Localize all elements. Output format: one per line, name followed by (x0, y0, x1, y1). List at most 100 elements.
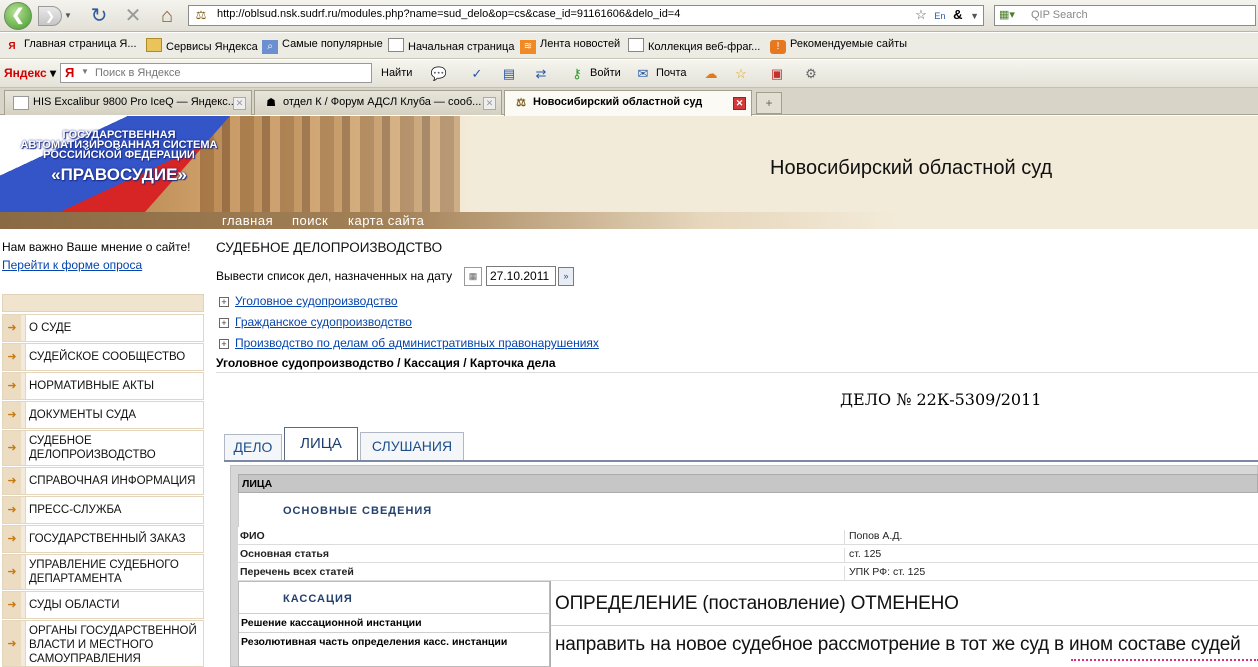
yandex-logo[interactable]: Яндекс ▾ (4, 66, 56, 80)
poll-link[interactable]: Перейти к форме опроса (2, 256, 206, 274)
sidebar-item-normative-acts[interactable]: ➜ НОРМАТИВНЫЕ АКТЫ (2, 372, 204, 400)
dictionary-icon[interactable]: ⇄ (532, 65, 550, 83)
home-button[interactable]: ⌂ (154, 3, 180, 29)
sidebar-item-judicial-community[interactable]: ➜ СУДЕЙСКОЕ СООБЩЕСТВО (2, 343, 204, 371)
chat-bubble-icon[interactable]: 💬 (430, 65, 448, 83)
settings-gear-icon[interactable]: ⚙ (802, 65, 820, 83)
browser-tab[interactable]: HIS Excalibur 9800 Pro IceQ — Яндекс... … (4, 90, 252, 115)
breadcrumb: Уголовное судопроизводство / Кассация / … (216, 356, 556, 370)
tree-item-civil[interactable]: + Гражданское судопроизводство (219, 315, 412, 329)
yandex-find-button[interactable]: Найти (381, 67, 412, 79)
page-title: СУДЕБНОЕ ДЕЛОПРОИЗВОДСТВО (216, 240, 443, 255)
menu-search-link[interactable]: поиск (292, 213, 328, 228)
poll-box: Нам важно Ваше мнение о сайте! Перейти к… (2, 238, 206, 286)
forum-icon: ☗ (266, 97, 276, 109)
reload-icon: ↻ (90, 5, 108, 27)
date-input[interactable] (486, 266, 556, 286)
court-name: Новосибирский областной суд (770, 157, 1053, 179)
key-icon[interactable]: ⚷ (568, 65, 586, 83)
tree-item-administrative[interactable]: + Производство по делам об административн… (219, 336, 599, 350)
ampersand-icon[interactable]: & (953, 7, 962, 22)
bookmark-item[interactable]: ≋ Лента новостей (520, 38, 620, 54)
bookmark-item[interactable]: Я Главная страница Я... (4, 38, 136, 54)
page-icon (388, 38, 404, 52)
url-text[interactable]: http://oblsud.nsk.sudrf.ru/modules.php?n… (217, 8, 680, 20)
stop-button[interactable]: ✕ (120, 3, 146, 29)
tab-hearings[interactable]: СЛУШАНИЯ (360, 432, 464, 460)
menu-home-link[interactable]: главная (222, 213, 273, 228)
folder-icon (146, 38, 162, 52)
bookmark-star-icon[interactable]: ☆ (915, 7, 927, 22)
reload-button[interactable]: ↻ (86, 3, 112, 29)
bookmark-item[interactable]: ! Рекомендуемые сайты (770, 38, 907, 54)
arrow-right-icon: ➜ (3, 315, 21, 341)
translate-icon[interactable]: ▤ (500, 65, 518, 83)
calendar-icon[interactable]: ▦ (464, 267, 482, 286)
arrow-right-icon: ➜ (3, 344, 21, 370)
arrow-right-icon: ➜ (3, 555, 21, 589)
sidebar-item-regional-courts[interactable]: ➜ СУДЫ ОБЛАСТИ (2, 591, 204, 619)
sidebar-item-about[interactable]: ➜ О СУДЕ (2, 314, 204, 342)
bookmark-item[interactable]: Коллекция веб-фраг... (628, 38, 760, 53)
browser-tab-active[interactable]: ⚖ Новосибирский областной суд ✕ (504, 90, 752, 116)
tree-item-criminal[interactable]: + Уголовное судопроизводство (219, 294, 398, 308)
system-title[interactable]: ГОСУДАРСТВЕННАЯ АВТОМАТИЗИРОВАННАЯ СИСТЕ… (14, 130, 224, 186)
yandex-search-box[interactable]: Я ▼ (60, 63, 372, 83)
sidebar-item-reference-info[interactable]: ➜ СПРАВОЧНАЯ ИНФОРМАЦИЯ (2, 467, 204, 495)
yandex-dropdown-icon[interactable]: ▼ (81, 67, 89, 76)
close-tab-icon[interactable]: ✕ (733, 97, 746, 110)
bookmark-item[interactable]: Сервисы Яндекса (146, 38, 258, 53)
site-favicon-icon: ⚖ (516, 97, 526, 109)
close-tab-icon[interactable]: ✕ (233, 97, 246, 110)
sidebar-item-state-order[interactable]: ➜ ГОСУДАРСТВЕННЫЙ ЗАКАЗ (2, 525, 204, 553)
yandex-search-input[interactable] (95, 67, 365, 79)
mail-icon[interactable]: ✉ (634, 65, 652, 83)
spellcheck-underline (1071, 658, 1258, 661)
close-tab-icon[interactable]: ✕ (483, 97, 496, 110)
spellcheck-icon[interactable]: ✓ (468, 65, 486, 83)
cassation-decision-value: ОПРЕДЕЛЕНИЕ (постановление) ОТМЕНЕНО (550, 581, 1258, 625)
new-tab-button[interactable]: + (756, 92, 782, 114)
expand-plus-icon[interactable]: + (219, 339, 229, 349)
bookmark-item[interactable]: Начальная страница (388, 38, 514, 53)
back-button[interactable]: ❮ (4, 2, 32, 30)
arrow-right-icon: ➜ (3, 497, 21, 523)
sidebar-item-judicial-department[interactable]: ➜ УПРАВЛЕНИЕ СУДЕБНОГО ДЕПАРТАМЕНТА (2, 554, 204, 590)
divider (216, 372, 1258, 373)
url-dropdown-icon[interactable]: ▼ (970, 11, 979, 21)
expand-plus-icon[interactable]: + (219, 318, 229, 328)
poll-text: Нам важно Ваше мнение о сайте! (2, 240, 191, 254)
section-title: ОСНОВНЫЕ СВЕДЕНИЯ (283, 505, 433, 517)
menu-sitemap-link[interactable]: карта сайта (348, 213, 424, 228)
forward-button[interactable]: ❯ (38, 6, 62, 26)
date-submit-button[interactable]: » (558, 267, 574, 286)
tab-persons[interactable]: ЛИЦА (284, 427, 358, 461)
plus-icon: + (765, 96, 773, 110)
sidebar-item-court-proceedings[interactable]: ➜ СУДЕБНОЕ ДЕЛОПРОИЗВОДСТВО (2, 430, 204, 466)
site-header: ГОСУДАРСТВЕННАЯ АВТОМАТИЗИРОВАННАЯ СИСТЕ… (0, 116, 1258, 229)
browser-tab[interactable]: ☗ отдел К / Форум АДСЛ Клуба — сооб... ✕ (254, 90, 502, 115)
favorites-star-icon[interactable]: ☆ (732, 65, 750, 83)
sidebar-item-press-service[interactable]: ➜ ПРЕСС-СЛУЖБА (2, 496, 204, 524)
apps-icon[interactable]: ▣ (768, 65, 786, 83)
yandex-icon: Я (8, 41, 16, 52)
qip-search-input[interactable]: QIP Search (1031, 9, 1088, 21)
page-icon (628, 38, 644, 52)
qip-search-box[interactable]: ▦▾ QIP Search (994, 5, 1256, 26)
address-bar[interactable]: ⚖ http://oblsud.nsk.sudrf.ru/modules.php… (188, 5, 984, 26)
expand-plus-icon[interactable]: + (219, 297, 229, 307)
sidebar-item-government-bodies[interactable]: ➜ ОРГАНЫ ГОСУДАРСТВЕННОЙ ВЛАСТИ И МЕСТНО… (2, 620, 204, 667)
browser-tab-strip: HIS Excalibur 9800 Pro IceQ — Яндекс... … (0, 88, 1258, 116)
table-row: Решение кассационной инстанции (239, 613, 551, 632)
arrow-right-icon: ➜ (3, 621, 21, 666)
tab-case[interactable]: ДЕЛО (224, 434, 282, 460)
stop-icon: ✕ (124, 5, 142, 27)
weather-icon[interactable]: ☁ (702, 65, 720, 83)
yandex-login-button[interactable]: Войти (590, 67, 621, 79)
table-row: Основная статья ст. 125 (238, 545, 1258, 563)
language-icon[interactable]: En (934, 11, 945, 21)
sidebar-item-court-documents[interactable]: ➜ ДОКУМЕНТЫ СУДА (2, 401, 204, 429)
history-dropdown-icon[interactable]: ▼ (64, 11, 72, 20)
yandex-mail-button[interactable]: Почта (656, 67, 687, 79)
bookmark-item[interactable]: ⌕ Самые популярные (262, 38, 383, 54)
